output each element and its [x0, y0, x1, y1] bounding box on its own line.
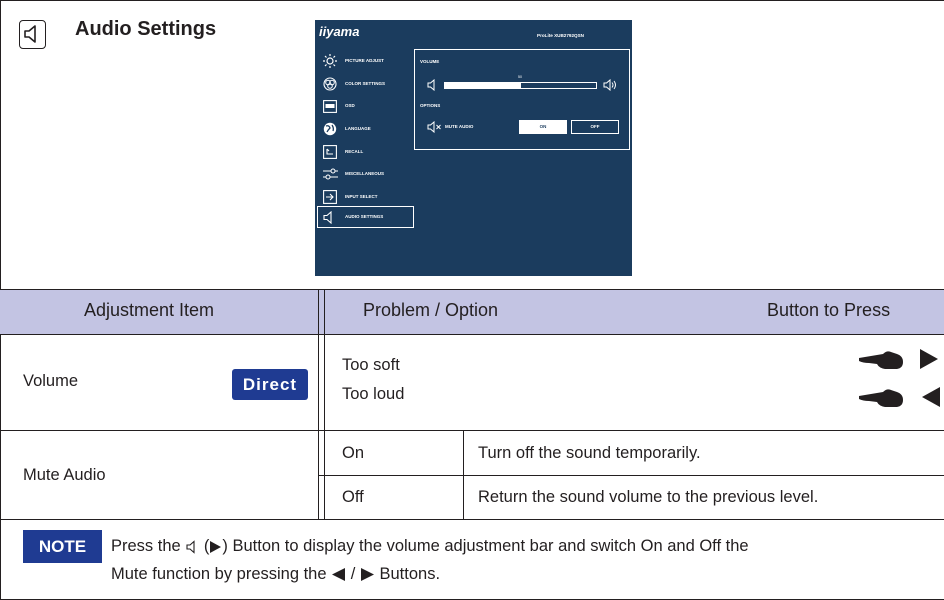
rule: [0, 519, 944, 520]
note-text: Mute function by pressing the: [111, 565, 327, 583]
osd-menu-item: INPUT SELECT: [345, 194, 378, 199]
note-text: Button to display the volume adjustment …: [232, 537, 749, 555]
speaker-icon: [186, 539, 195, 554]
item-mute-audio: Mute Audio: [23, 466, 106, 484]
note-badge: NOTE: [23, 530, 102, 563]
option-off-description: Return the sound volume to the previous …: [478, 488, 819, 506]
header-button-to-press: Button to Press: [767, 300, 891, 320]
speaker-icon: [19, 20, 46, 49]
input-icon: [323, 190, 337, 204]
note-text: Press the: [111, 537, 181, 555]
mute-audio-label: MUTE AUDIO: [445, 124, 474, 129]
note-line-2: Mute function by pressing the / Buttons.: [111, 565, 441, 583]
osd-menu-item: OSD: [345, 103, 355, 108]
volume-bar-fill: [444, 82, 521, 89]
mute-on-option: ON: [519, 120, 567, 134]
rule: [0, 430, 944, 431]
column-divider: [463, 430, 464, 519]
column-divider: [318, 290, 319, 334]
header-adjustment-item: Adjustment Item: [84, 300, 215, 320]
section-title: Audio Settings: [75, 18, 217, 40]
border-top: [0, 0, 944, 1]
options-heading: OPTIONS: [420, 103, 441, 108]
sliders-icon: [323, 168, 338, 180]
osd-menu-item: LANGUAGE: [345, 126, 371, 131]
rule: [0, 289, 944, 290]
pointing-hand-icon: [859, 389, 903, 407]
problem-too-soft: Too soft: [342, 356, 400, 374]
note-line-1: Press the () Button to display the volum…: [111, 537, 749, 555]
osd-audio-panel: [414, 49, 630, 150]
globe-icon: [323, 122, 337, 136]
manual-page: Audio Settings iiyama ProLite XUB2792QSN…: [0, 0, 944, 600]
osd-icon: [323, 100, 337, 113]
osd-model: ProLite XUB2792QSN: [537, 33, 584, 38]
right-arrow-icon: [210, 540, 222, 553]
color-circles-icon: [323, 77, 337, 91]
right-arrow-icon: [360, 568, 374, 582]
speaker-icon: [427, 79, 435, 91]
osd-menu-item: COLOR SETTINGS: [345, 81, 386, 86]
item-volume: Volume: [23, 372, 79, 390]
mute-icon: [427, 121, 441, 133]
speaker-icon: [323, 211, 332, 224]
osd-brand: iiyama: [319, 24, 360, 39]
rule: [0, 334, 944, 335]
pointing-hand-icon: [859, 351, 903, 369]
left-arrow-icon: [332, 568, 346, 582]
right-arrow-icon: [920, 349, 938, 369]
option-off: Off: [342, 488, 364, 506]
volume-value: 50: [518, 75, 522, 79]
rule: [318, 475, 944, 476]
left-arrow-icon: [922, 387, 940, 407]
osd-menu-item: MISCELLANEOUS: [345, 171, 385, 176]
osd-menu-item: PICTURE ADJUST: [345, 58, 384, 63]
osd-menu-item: AUDIO SETTINGS: [345, 214, 384, 219]
note-text: Buttons.: [379, 565, 441, 583]
problem-too-loud: Too loud: [342, 385, 405, 403]
speaker-loud-icon: [603, 79, 616, 91]
header-problem-option: Problem / Option: [363, 300, 499, 320]
recall-icon: [323, 145, 337, 159]
option-on-description: Turn off the sound temporarily.: [478, 444, 701, 462]
direct-badge: Direct: [232, 369, 308, 400]
volume-heading: VOLUME: [420, 59, 440, 64]
column-divider: [324, 290, 325, 334]
option-on: On: [342, 444, 365, 462]
brightness-icon: [323, 54, 337, 68]
osd-menu-item: RECALL: [345, 149, 364, 154]
mute-off-option: OFF: [571, 120, 619, 134]
